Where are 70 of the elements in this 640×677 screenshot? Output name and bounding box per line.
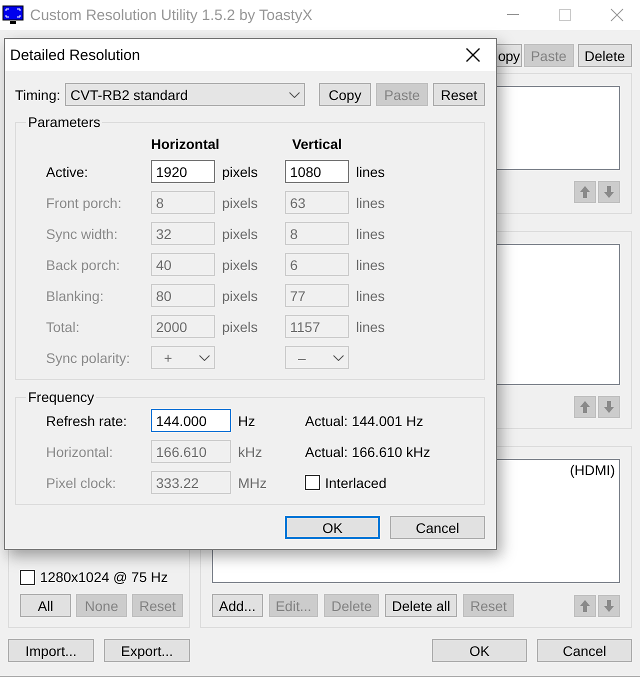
- checkbox-label: Interlaced: [325, 474, 386, 490]
- unit-label: MHz: [237, 474, 268, 490]
- unit-label: lines: [355, 164, 386, 180]
- checkbox[interactable]: [20, 570, 35, 584]
- close-icon[interactable]: [466, 48, 480, 62]
- field-label: Pixel clock:: [46, 474, 118, 490]
- input-field[interactable]: 144.000: [151, 409, 231, 432]
- dialog-title: Detailed Resolution: [10, 46, 142, 64]
- unit-label: pixels: [221, 164, 259, 180]
- column-header: Vertical: [291, 136, 343, 152]
- move-up-button[interactable]: [574, 396, 596, 418]
- up-arrow-icon: [579, 598, 591, 612]
- input-field[interactable]: 1080: [285, 160, 349, 183]
- unit-label: pixels: [221, 226, 259, 242]
- button[interactable]: Delete: [578, 44, 632, 67]
- field-label: Horizontal:: [46, 444, 114, 460]
- button[interactable]: Reset: [433, 83, 485, 106]
- button[interactable]: Import...: [8, 639, 94, 662]
- dropdown-caret-icon: [333, 354, 344, 360]
- field-label: Front porch:: [46, 194, 122, 210]
- unit-label: lines: [355, 318, 386, 334]
- field-label: Active:: [46, 164, 90, 180]
- move-up-button[interactable]: [574, 594, 596, 616]
- up-arrow-icon: [579, 185, 591, 199]
- down-arrow-icon: [603, 400, 615, 414]
- up-arrow-icon: [579, 400, 591, 414]
- minimize-icon[interactable]: [507, 14, 519, 16]
- move-down-button[interactable]: [598, 181, 620, 203]
- timing-label: Timing:: [15, 86, 60, 102]
- move-down-button[interactable]: [598, 396, 620, 418]
- unit-label: lines: [355, 226, 386, 242]
- unit-label: pixels: [221, 288, 259, 304]
- button[interactable]: Copy: [319, 83, 371, 106]
- unit-label: pixels: [221, 194, 259, 210]
- move-down-button[interactable]: [598, 594, 620, 616]
- down-arrow-icon: [603, 598, 615, 612]
- window-title: Custom Resolution Utility 1.5.2 by ToastyX: [30, 6, 314, 24]
- field-label: Total:: [46, 318, 80, 334]
- button[interactable]: Delete all: [384, 594, 458, 617]
- down-arrow-icon: [603, 185, 615, 199]
- maximize-icon[interactable]: [559, 9, 571, 21]
- field-label: Back porch:: [46, 256, 121, 272]
- button[interactable]: Add...: [212, 594, 263, 617]
- unit-label: pixels: [221, 318, 259, 334]
- dropdown-caret-icon: [289, 92, 300, 98]
- group-title: Frequency: [27, 389, 96, 405]
- input-field[interactable]: 1920: [151, 160, 215, 183]
- field-label: Refresh rate:: [46, 412, 128, 428]
- group-title: Parameters: [27, 114, 102, 130]
- button[interactable]: OK: [432, 639, 527, 662]
- field-label: Sync width:: [46, 226, 119, 242]
- timing-dropdown[interactable]: CVT-RB2 standard: [65, 83, 306, 106]
- button[interactable]: Cancel: [390, 516, 485, 539]
- field-label: Sync polarity:: [46, 350, 132, 366]
- button[interactable]: Export...: [104, 639, 190, 662]
- button[interactable]: OK: [285, 516, 380, 539]
- unit-label: Hz: [237, 412, 256, 428]
- unit-label: kHz: [237, 444, 264, 460]
- unit-label: lines: [355, 194, 386, 210]
- checkbox-label: 1280x1024 @ 75 Hz: [40, 569, 168, 585]
- button[interactable]: All: [20, 594, 71, 617]
- unit-label: pixels: [221, 256, 259, 272]
- actual-value: Actual: 166.610 kHz: [304, 444, 432, 460]
- field-label: Blanking:: [46, 288, 105, 304]
- dropdown-caret-icon: [199, 354, 210, 360]
- move-up-button[interactable]: [574, 181, 596, 203]
- unit-label: lines: [355, 256, 386, 272]
- unit-label: lines: [355, 288, 386, 304]
- button[interactable]: Cancel: [537, 639, 632, 662]
- actual-value: Actual: 144.001 Hz: [304, 412, 424, 428]
